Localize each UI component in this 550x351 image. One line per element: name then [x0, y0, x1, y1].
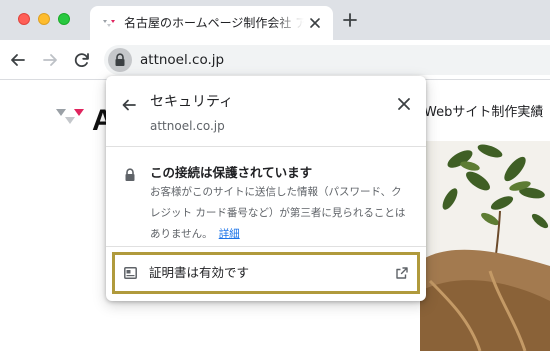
certificate-label: 証明書は有効です	[149, 265, 250, 280]
tab-strip: 名古屋のホームページ制作会社 アットノエル	[0, 0, 550, 40]
close-icon[interactable]	[396, 96, 412, 112]
window-close-button[interactable]	[18, 13, 30, 25]
lock-icon	[125, 168, 135, 181]
popup-title: セキュリティ	[150, 94, 234, 110]
popup-domain: attnoel.co.jp	[150, 119, 225, 133]
reload-icon[interactable]	[72, 50, 92, 70]
url-text: attnoel.co.jp	[140, 52, 225, 68]
plus-icon[interactable]	[342, 12, 358, 28]
divider	[106, 146, 426, 147]
window-minimize-button[interactable]	[38, 13, 50, 25]
browser-toolbar: attnoel.co.jp	[0, 40, 550, 80]
tab-title: 名古屋のホームページ制作会社 アットノエル	[124, 16, 304, 30]
arrow-right-icon[interactable]	[40, 50, 60, 70]
logo-mark	[65, 117, 75, 124]
external-link-icon	[396, 267, 408, 279]
site-favicon-icon	[103, 20, 115, 27]
window-zoom-button[interactable]	[58, 13, 70, 25]
site-logo[interactable]: A	[56, 101, 114, 141]
lock-icon	[115, 53, 125, 66]
security-popup: セキュリティ attnoel.co.jp この接続は保護されています お客様がこ…	[106, 76, 426, 301]
browser-tab[interactable]: 名古屋のホームページ制作会社 アットノエル	[90, 6, 333, 40]
arrow-left-icon[interactable]	[120, 96, 138, 114]
nav-link-works[interactable]: Webサイト制作実績	[424, 101, 543, 120]
divider	[106, 246, 426, 247]
certificate-icon	[124, 267, 137, 279]
connection-description: お客様がこのサイトに送信した情報（パスワード、クレジット カード番号など）が第三…	[150, 182, 412, 245]
connection-status-heading: この接続は保護されています	[150, 165, 313, 180]
certificate-button[interactable]: 証明書は有効です	[112, 252, 420, 294]
arrow-left-icon[interactable]	[8, 50, 28, 70]
site-info-button[interactable]	[108, 48, 132, 72]
details-link[interactable]: 詳細	[219, 228, 240, 240]
tab-close-icon[interactable]	[307, 15, 323, 31]
logo-mark	[56, 109, 66, 116]
connection-description-text: お客様がこのサイトに送信した情報（パスワード、クレジット カード番号など）が第三…	[150, 186, 406, 240]
hero-image	[420, 141, 550, 351]
logo-mark	[74, 109, 84, 116]
address-bar[interactable]: attnoel.co.jp	[104, 45, 550, 75]
